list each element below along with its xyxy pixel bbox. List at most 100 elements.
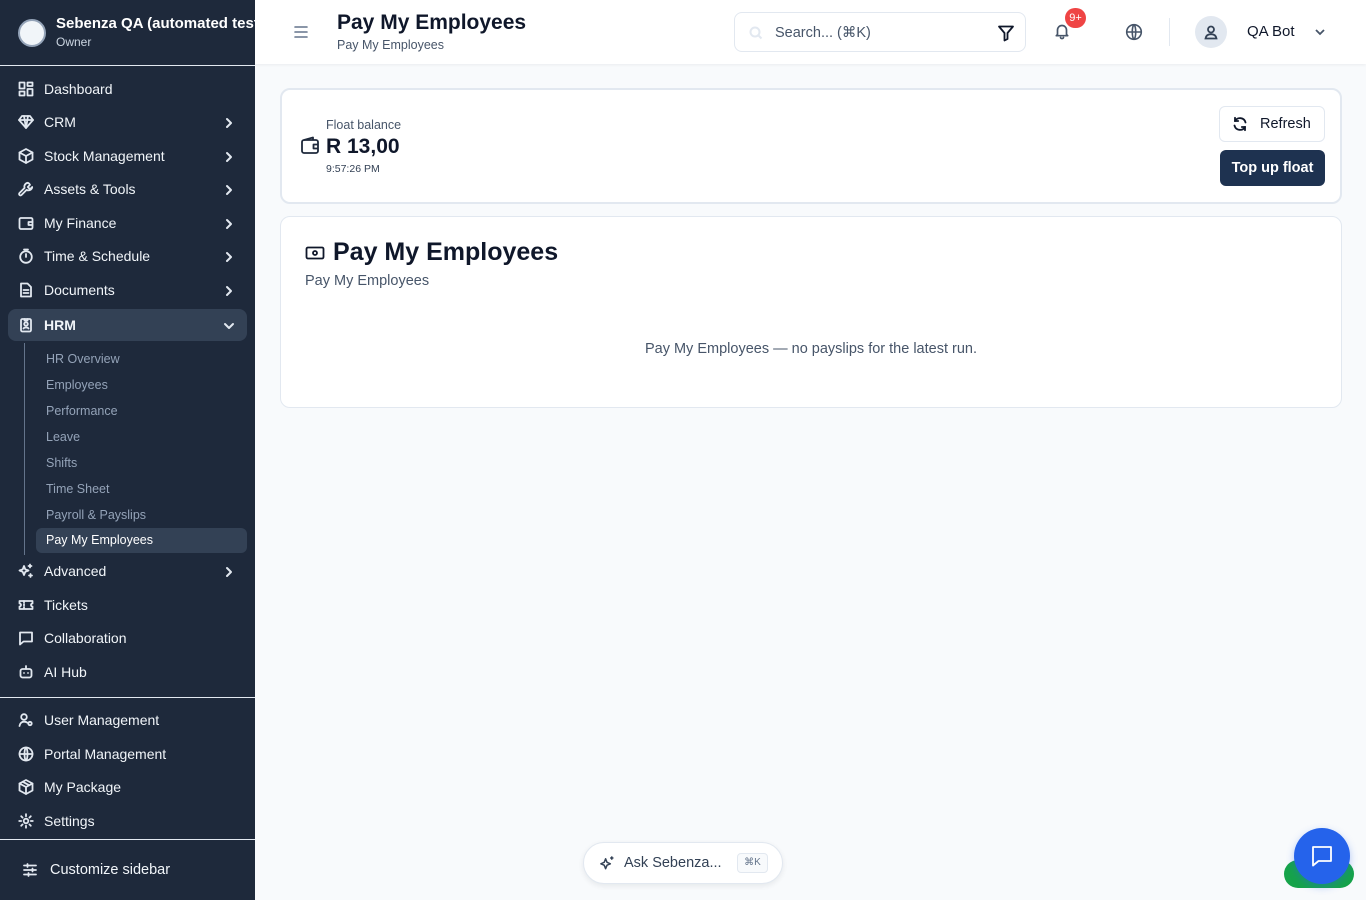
chevron-right-icon (223, 250, 235, 263)
customize-sidebar-label: Customize sidebar (50, 862, 171, 878)
section-title: Pay My Employees (333, 238, 559, 266)
sidebar-item-label: Portal Management (44, 745, 167, 762)
header-divider (1169, 18, 1170, 46)
sidebar-item-dashboard[interactable]: Dashboard (8, 72, 247, 106)
sidebar-item-label: Collaboration (44, 630, 127, 647)
sidebar-subitem-performance[interactable]: Performance (36, 398, 247, 424)
sidebar-item-my-package[interactable]: My Package (8, 771, 247, 805)
wrench-icon (18, 181, 34, 197)
sliders-icon (22, 862, 38, 878)
chat-support-button[interactable] (1294, 828, 1350, 884)
wallet-icon (18, 215, 34, 231)
shortcut-hint: ⌘K (737, 853, 768, 873)
chevron-right-icon (223, 183, 235, 196)
menu-toggle-icon[interactable] (293, 22, 309, 42)
org-switcher[interactable]: Sebenza QA (automated tests) Owner (0, 0, 255, 66)
sidebar-subitem-shifts[interactable]: Shifts (36, 450, 247, 476)
sidebar-item-ai-hub[interactable]: AI Hub (8, 655, 247, 689)
sidebar-item-label: Dashboard (44, 80, 113, 97)
customize-sidebar-button[interactable]: Customize sidebar (0, 839, 255, 900)
chat-bubble-icon (1312, 846, 1332, 867)
top-header: Pay My Employees Pay My Employees 9+ QA … (255, 0, 1366, 64)
top-up-float-button[interactable]: Top up float (1220, 150, 1325, 186)
admin-nav: User Management Portal Management My Pac… (0, 698, 255, 838)
chevron-down-icon[interactable] (1314, 25, 1326, 37)
sidebar-item-label: Assets & Tools (44, 181, 136, 198)
search-icon (749, 26, 763, 40)
box-icon (18, 147, 34, 164)
gear-icon (18, 813, 34, 829)
sidebar-item-portal-management[interactable]: Portal Management (8, 737, 247, 771)
timer-icon (18, 248, 34, 264)
wallet-icon (300, 136, 320, 156)
chevron-right-icon (223, 116, 235, 129)
sidebar: Sebenza QA (automated tests) Owner Dashb… (0, 0, 255, 900)
section-subtitle: Pay My Employees (305, 273, 430, 289)
sidebar-item-label: My Finance (44, 214, 117, 231)
empty-state-message: Pay My Employees — no payslips for the l… (644, 341, 978, 357)
user-avatar[interactable] (1195, 16, 1227, 48)
sidebar-subitem-pay-my-employees[interactable]: Pay My Employees (36, 527, 247, 553)
ask-assistant-label: Ask Sebenza... (624, 855, 722, 871)
search-input[interactable] (775, 22, 975, 44)
sidebar-subitem-payroll-payslips[interactable]: Payroll & Payslips (36, 502, 247, 528)
package-icon (18, 779, 34, 796)
float-balance-time: 9:57:26 PM (326, 163, 380, 175)
float-balance-card: Float balance R 13,00 9:57:26 PM Refresh… (280, 88, 1342, 204)
ask-assistant-button[interactable]: Ask Sebenza... ⌘K (583, 842, 783, 884)
org-avatar (18, 18, 46, 47)
sidebar-item-documents[interactable]: Documents (8, 273, 247, 307)
sidebar-item-my-finance[interactable]: My Finance (8, 206, 247, 240)
sidebar-item-advanced[interactable]: Advanced (8, 555, 247, 589)
sidebar-item-label: My Package (44, 779, 122, 796)
language-globe-icon[interactable] (1125, 23, 1143, 41)
gem-icon (18, 114, 34, 130)
refresh-icon (1233, 116, 1247, 132)
sidebar-item-label: Settings (44, 812, 95, 829)
org-role: Owner (56, 35, 92, 49)
sidebar-item-assets-tools[interactable]: Assets & Tools (8, 173, 247, 207)
sidebar-subitem-time-sheet[interactable]: Time Sheet (36, 476, 247, 502)
sidebar-item-label: Stock Management (44, 147, 165, 164)
main-nav: Dashboard CRM Stock Management Assets & … (0, 66, 255, 689)
sidebar-item-hrm[interactable]: HRM (8, 308, 247, 341)
sidebar-item-label: Documents (44, 281, 115, 298)
org-name: Sebenza QA (automated tests) (56, 15, 255, 32)
sparkles-icon (18, 563, 34, 579)
ticket-icon (18, 597, 34, 613)
page-title: Pay My Employees (337, 11, 527, 34)
search-box (734, 12, 1026, 52)
pay-employees-card: Pay My Employees Pay My Employees Pay My… (280, 216, 1342, 408)
user-name[interactable]: QA Bot (1247, 23, 1295, 40)
sidebar-item-label: Tickets (44, 596, 88, 613)
float-balance-label: Float balance (326, 118, 402, 132)
sidebar-item-collaboration[interactable]: Collaboration (8, 622, 247, 656)
sidebar-item-time-schedule[interactable]: Time & Schedule (8, 240, 247, 274)
document-icon (18, 282, 34, 298)
sidebar-item-crm[interactable]: CRM (8, 106, 247, 140)
chevron-down-icon (223, 319, 235, 331)
sidebar-subitem-hr-overview[interactable]: HR Overview (36, 346, 247, 372)
user-cog-icon (18, 712, 34, 728)
chevron-right-icon (223, 217, 235, 229)
chevron-right-icon (223, 284, 235, 296)
filter-icon[interactable] (997, 24, 1015, 42)
sidebar-item-settings[interactable]: Settings (8, 804, 247, 838)
chat-icon (18, 630, 34, 646)
globe-icon (18, 746, 34, 762)
chevron-right-icon (223, 565, 235, 578)
sidebar-item-label: Advanced (44, 563, 107, 580)
sidebar-subitem-employees[interactable]: Employees (36, 372, 247, 398)
bot-icon (18, 664, 34, 680)
sidebar-item-user-management[interactable]: User Management (8, 704, 247, 738)
sidebar-item-label: User Management (44, 712, 160, 729)
dashboard-icon (18, 81, 34, 97)
sidebar-item-label: HRM (44, 316, 76, 333)
refresh-label: Refresh (1260, 116, 1311, 132)
sidebar-subitem-leave[interactable]: Leave (36, 424, 247, 450)
sidebar-item-label: CRM (44, 114, 76, 131)
refresh-button[interactable]: Refresh (1219, 106, 1325, 142)
sidebar-item-stock-management[interactable]: Stock Management (8, 139, 247, 173)
float-balance-amount: R 13,00 (326, 135, 400, 158)
sidebar-item-tickets[interactable]: Tickets (8, 588, 247, 622)
